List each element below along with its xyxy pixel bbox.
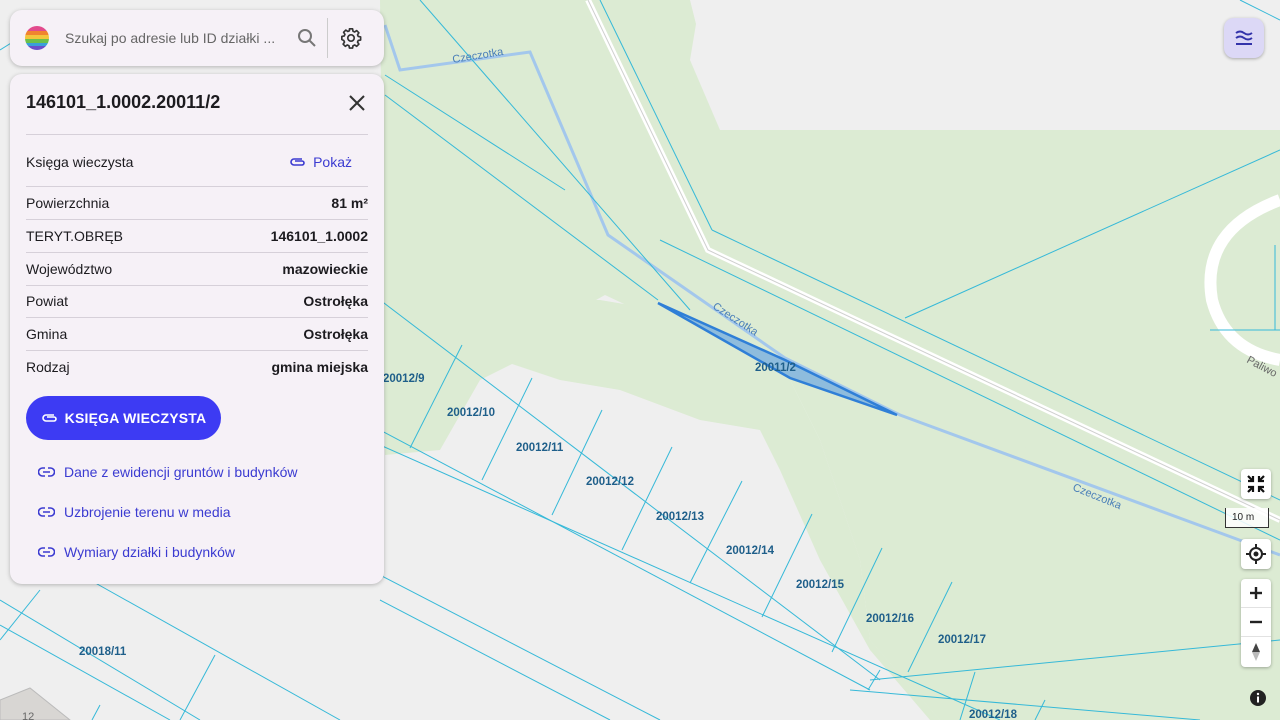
reset-north-button[interactable] bbox=[1241, 637, 1271, 666]
info-row: Powierzchnia 81 m² bbox=[26, 192, 368, 214]
info-row: TERYT.OBRĘB 146101_1.0002 bbox=[26, 225, 368, 247]
row-value: 146101_1.0002 bbox=[270, 228, 368, 244]
link-label: Wymiary działki i budynków bbox=[64, 544, 236, 560]
locate-button[interactable] bbox=[1241, 539, 1271, 569]
land-register-button[interactable]: KSIĘGA WIECZYSTA bbox=[26, 396, 221, 440]
link-label: Dane z ewidencji gruntów i budynków bbox=[64, 464, 298, 480]
divider bbox=[26, 134, 368, 135]
divider bbox=[26, 317, 368, 318]
parcel-label[interactable]: 20012/16 bbox=[866, 613, 914, 625]
info-button[interactable] bbox=[1249, 689, 1267, 707]
zoom-out-button[interactable] bbox=[1241, 608, 1271, 637]
row-label: Gmina bbox=[26, 326, 68, 342]
zoom-controls bbox=[1241, 579, 1271, 667]
divider bbox=[26, 252, 368, 253]
parcel-label[interactable]: 20012/15 bbox=[796, 579, 845, 591]
utilities-link[interactable]: Uzbrojenie terenu w media bbox=[38, 504, 231, 520]
link-icon bbox=[38, 547, 55, 557]
compass-icon bbox=[1252, 642, 1260, 661]
scale-bar: 10 m bbox=[1225, 508, 1269, 528]
parcel-label[interactable]: 20012/13 bbox=[656, 511, 704, 523]
info-row: Województwo mazowieckie bbox=[26, 258, 368, 280]
attachment-icon bbox=[41, 414, 57, 422]
info-icon bbox=[1250, 690, 1266, 706]
divider bbox=[26, 285, 368, 286]
parcel-label[interactable]: 20012/14 bbox=[726, 545, 775, 557]
cadastre-data-link[interactable]: Dane z ewidencji gruntów i budynków bbox=[38, 464, 297, 480]
land-register-label: Księga wieczysta bbox=[26, 154, 134, 170]
parcel-label[interactable]: 20012/11 bbox=[516, 442, 564, 454]
parcel-id-title: 146101_1.0002.20011/2 bbox=[26, 92, 221, 112]
open-field bbox=[690, 0, 1280, 150]
search-icon[interactable] bbox=[293, 24, 321, 52]
parcel-label[interactable]: 20012/18 bbox=[969, 709, 1018, 720]
locate-icon bbox=[1246, 544, 1266, 564]
zoom-out-icon bbox=[1250, 620, 1262, 624]
row-label: Województwo bbox=[26, 261, 113, 277]
info-row: Rodzaj gmina miejska bbox=[26, 356, 368, 378]
exit-fullscreen-button[interactable] bbox=[1241, 469, 1271, 499]
divider bbox=[26, 350, 368, 351]
parcel-info-panel: 146101_1.0002.20011/2 Księga wieczysta P… bbox=[10, 74, 384, 584]
parcel-label[interactable]: 20012/12 bbox=[586, 476, 634, 488]
layers-button[interactable] bbox=[1224, 18, 1264, 58]
land-register-button-label: KSIĘGA WIECZYSTA bbox=[64, 410, 207, 426]
link-icon bbox=[38, 507, 55, 517]
search-divider bbox=[327, 18, 328, 58]
parcel-label[interactable]: 20012/10 bbox=[447, 407, 495, 419]
close-icon[interactable] bbox=[346, 92, 368, 114]
exit-fullscreen-icon bbox=[1247, 475, 1265, 493]
show-land-register-link[interactable]: Pokaż bbox=[289, 154, 352, 170]
land-register-row: Księga wieczysta Pokaż bbox=[26, 151, 368, 173]
search-input[interactable] bbox=[63, 29, 289, 47]
row-label: TERYT.OBRĘB bbox=[26, 228, 123, 244]
row-value: 81 m² bbox=[331, 195, 368, 211]
row-label: Powierzchnia bbox=[26, 195, 110, 211]
zoom-in-button[interactable] bbox=[1241, 579, 1271, 608]
attachment-icon bbox=[290, 158, 305, 166]
row-value: mazowieckie bbox=[282, 261, 368, 277]
gear-icon[interactable] bbox=[336, 23, 366, 53]
row-value: Ostrołęka bbox=[303, 293, 368, 309]
row-label: Rodzaj bbox=[26, 359, 70, 375]
row-label: Powiat bbox=[26, 293, 69, 309]
row-value: gmina miejska bbox=[271, 359, 369, 375]
divider bbox=[26, 186, 368, 187]
row-value: Ostrołęka bbox=[303, 326, 368, 342]
parcel-label[interactable]: 20012/17 bbox=[938, 634, 986, 646]
info-row: Gmina Ostrołęka bbox=[26, 323, 368, 345]
building-number: 12 bbox=[22, 711, 34, 720]
search-bar bbox=[10, 10, 384, 66]
link-label: Uzbrojenie terenu w media bbox=[64, 504, 231, 520]
zoom-in-icon bbox=[1250, 587, 1262, 599]
dimensions-link[interactable]: Wymiary działki i budynków bbox=[38, 544, 235, 560]
link-icon bbox=[38, 467, 55, 477]
logo-icon[interactable] bbox=[25, 26, 49, 50]
info-row: Powiat Ostrołęka bbox=[26, 290, 368, 312]
divider bbox=[26, 219, 368, 220]
parcel-label[interactable]: 20011/2 bbox=[755, 362, 796, 374]
parcel-label[interactable]: 20012/9 bbox=[383, 373, 425, 385]
show-link-label: Pokaż bbox=[313, 154, 352, 170]
layers-icon bbox=[1235, 30, 1253, 45]
parcel-label[interactable]: 20018/11 bbox=[79, 646, 127, 658]
